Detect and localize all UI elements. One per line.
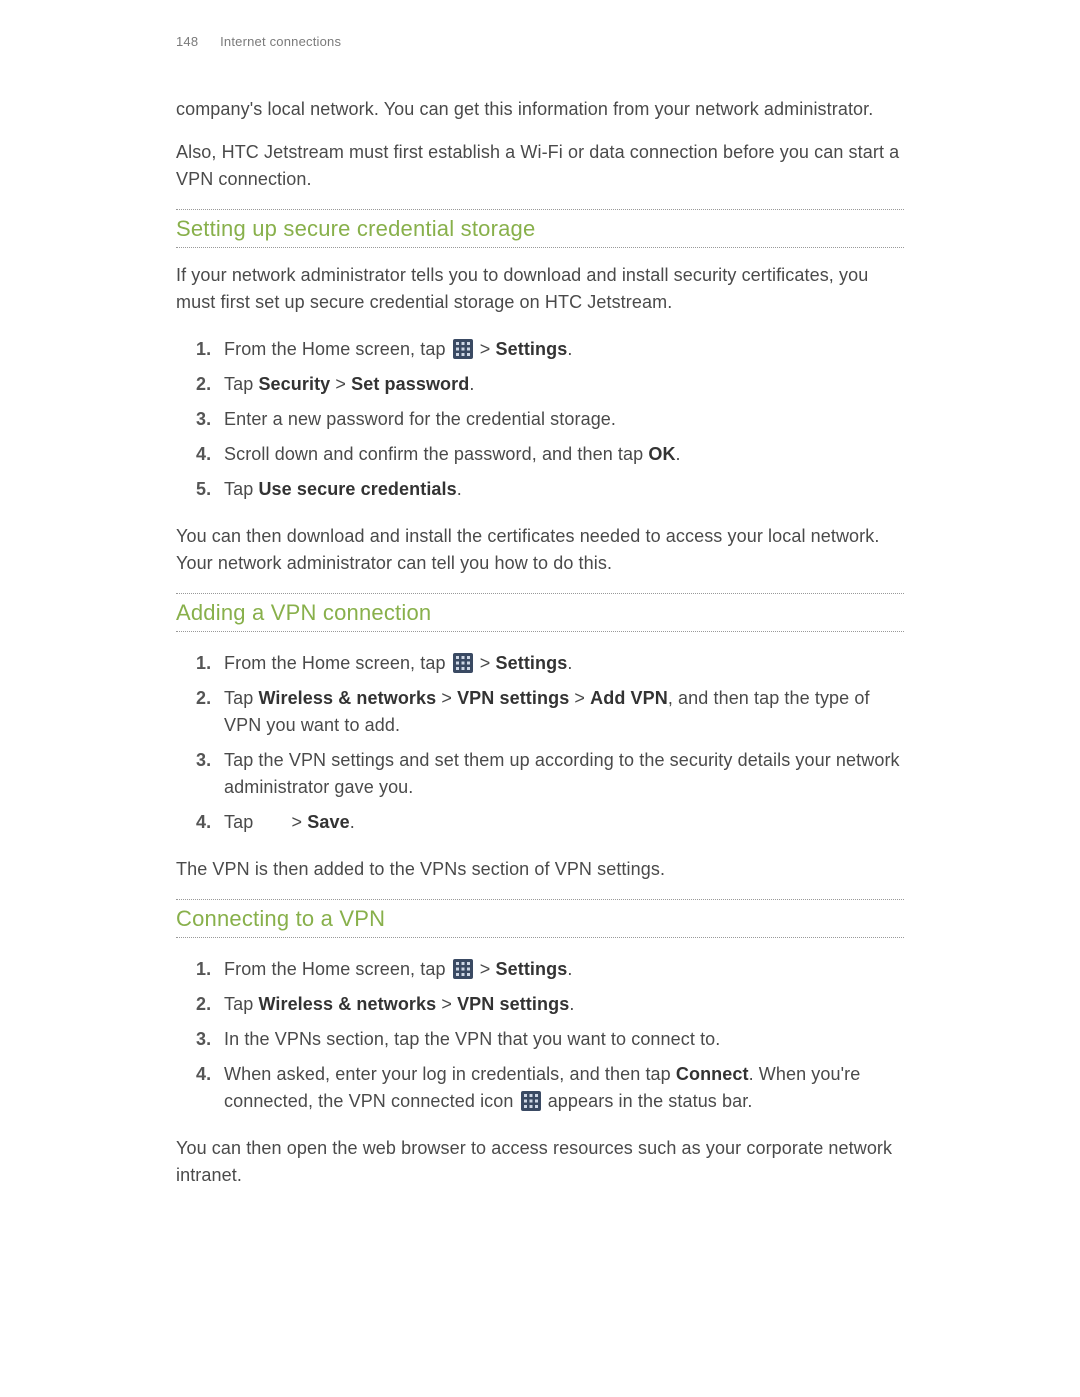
ui-label-connect: Connect	[676, 1064, 749, 1084]
sec3-step-2: Tap Wireless & networks > VPN settings.	[224, 987, 904, 1022]
page-number: 148	[176, 32, 198, 52]
ui-label-set-password: Set password	[351, 374, 469, 394]
sec2-tail: The VPN is then added to the VPNs sectio…	[176, 856, 904, 883]
step-text: Scroll down and confirm the password, an…	[224, 444, 648, 464]
document-page: 148 Internet connections company's local…	[0, 0, 1080, 1397]
ui-label-security: Security	[258, 374, 330, 394]
apps-grid-icon	[453, 653, 473, 673]
sec1-step-2: Tap Security > Set password.	[224, 367, 904, 402]
step-text: .	[676, 444, 681, 464]
step-text: .	[457, 479, 462, 499]
ui-label-ok: OK	[648, 444, 675, 464]
step-text: Tap	[224, 994, 258, 1014]
sec1-step-1: From the Home screen, tap > Settings.	[224, 332, 904, 367]
sec1-step-3: Enter a new password for the credential …	[224, 402, 904, 437]
sec2-step-4: Tap > Save.	[224, 805, 904, 840]
step-text: .	[567, 653, 572, 673]
sec3-tail: You can then open the web browser to acc…	[176, 1135, 904, 1189]
ui-label-vpn-settings: VPN settings	[457, 688, 569, 708]
step-text: >	[569, 688, 590, 708]
step-text: >	[330, 374, 351, 394]
sec3-step-1: From the Home screen, tap > Settings.	[224, 952, 904, 987]
step-text: .	[569, 994, 574, 1014]
sec2-step-2: Tap Wireless & networks > VPN settings >…	[224, 681, 904, 743]
running-header: 148 Internet connections	[176, 32, 904, 52]
step-text: .	[567, 339, 572, 359]
step-text: .	[567, 959, 572, 979]
step-text: >	[286, 812, 307, 832]
step-text: From the Home screen, tap	[224, 653, 451, 673]
apps-grid-icon	[453, 339, 473, 359]
ui-label-use-secure-credentials: Use secure credentials	[258, 479, 456, 499]
section-heading-connect-vpn: Connecting to a VPN	[176, 899, 904, 938]
intro-paragraph-1: company's local network. You can get thi…	[176, 96, 904, 123]
ui-label-wireless-networks: Wireless & networks	[258, 688, 436, 708]
ui-label-wireless-networks: Wireless & networks	[258, 994, 436, 1014]
ui-label-vpn-settings: VPN settings	[457, 994, 569, 1014]
ui-label-settings: Settings	[496, 959, 568, 979]
apps-grid-icon	[453, 959, 473, 979]
sec2-step-3: Tap the VPN settings and set them up acc…	[224, 743, 904, 805]
sec2-steps: From the Home screen, tap > Settings. Ta…	[176, 646, 904, 840]
sec1-tail: You can then download and install the ce…	[176, 523, 904, 577]
ui-label-settings: Settings	[496, 339, 568, 359]
step-text: Tap	[224, 374, 258, 394]
sec2-step-1: From the Home screen, tap > Settings.	[224, 646, 904, 681]
step-text: Tap	[224, 812, 258, 832]
intro-paragraph-2: Also, HTC Jetstream must first establish…	[176, 139, 904, 193]
step-text: Tap	[224, 688, 258, 708]
step-text: >	[475, 653, 496, 673]
header-section: Internet connections	[220, 34, 341, 49]
step-text: Tap	[224, 479, 258, 499]
step-text: >	[436, 688, 457, 708]
step-text: From the Home screen, tap	[224, 959, 451, 979]
sec3-step-4: When asked, enter your log in credential…	[224, 1057, 904, 1119]
sec1-lead: If your network administrator tells you …	[176, 262, 904, 316]
sec1-step-4: Scroll down and confirm the password, an…	[224, 437, 904, 472]
sec1-step-5: Tap Use secure credentials.	[224, 472, 904, 507]
step-text: .	[469, 374, 474, 394]
sec3-steps: From the Home screen, tap > Settings. Ta…	[176, 952, 904, 1119]
section-heading-add-vpn: Adding a VPN connection	[176, 593, 904, 632]
sec1-steps: From the Home screen, tap > Settings. Ta…	[176, 332, 904, 507]
step-text: >	[475, 959, 496, 979]
ui-label-save: Save	[307, 812, 349, 832]
step-text: .	[350, 812, 355, 832]
section-heading-credential-storage: Setting up secure credential storage	[176, 209, 904, 248]
step-text: >	[436, 994, 457, 1014]
ui-label-settings: Settings	[496, 653, 568, 673]
ui-label-add-vpn: Add VPN	[590, 688, 668, 708]
step-text: When asked, enter your log in credential…	[224, 1064, 676, 1084]
step-text: >	[475, 339, 496, 359]
step-text: appears in the status bar.	[543, 1091, 753, 1111]
vpn-connected-icon	[521, 1091, 541, 1111]
step-text: From the Home screen, tap	[224, 339, 451, 359]
sec3-step-3: In the VPNs section, tap the VPN that yo…	[224, 1022, 904, 1057]
